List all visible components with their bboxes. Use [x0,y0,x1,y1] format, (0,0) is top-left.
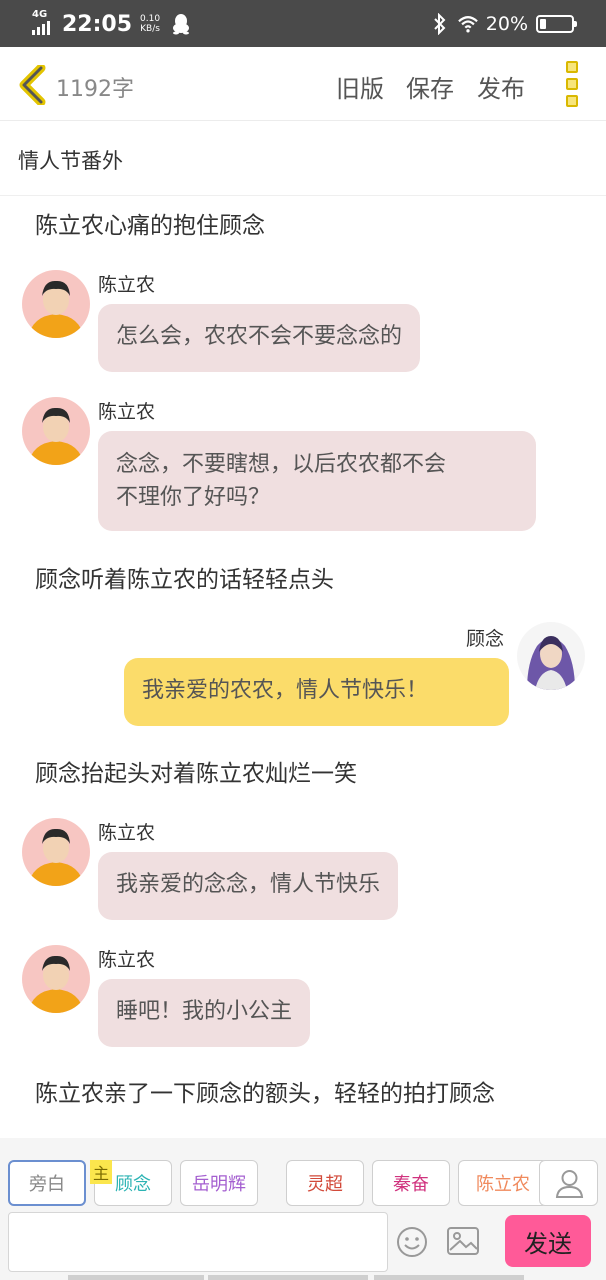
network-speed: 0.10 KB/s [140,14,161,34]
message-input[interactable] [8,1212,388,1272]
chapter-title-row[interactable]: 情人节番外 [0,121,606,196]
narration-text: 顾念听着陈立农的话轻轻点头 [35,567,334,593]
narration-text: 陈立农心痛的抱住顾念 [35,213,265,239]
chat-area[interactable]: 陈立农心痛的抱住顾念 陈立农 怎么会，农农不会不要念念的 陈立农 念念，不要瞎想… [0,196,606,1138]
avatar[interactable] [22,945,90,1013]
person-icon [555,1170,584,1198]
battery-icon [536,15,577,33]
send-button[interactable]: 发送 [505,1215,591,1267]
qq-icon [173,14,190,35]
avatar-boy-icon [22,818,90,886]
avatar-boy-icon [22,945,90,1013]
role-chip[interactable]: 岳明辉 [180,1160,258,1206]
message-bubble[interactable]: 怎么会，农农不会不要念念的 [98,304,421,372]
message-bubble[interactable]: 我亲爱的念念，情人节快乐 [98,852,399,920]
character-manage-button[interactable] [539,1160,598,1206]
signal-icon: 4G [32,9,54,37]
more-vertical-icon[interactable] [566,61,580,107]
wifi-icon [457,16,478,33]
nav-strip [68,1275,204,1280]
avatar-girl-icon [517,622,585,690]
avatar[interactable] [22,270,90,338]
status-bar: 4G 22:05 0.10 KB/s 20% [0,0,606,47]
message-bubble[interactable]: 我亲爱的农农，情人节快乐！ [124,658,509,726]
image-icon[interactable] [446,1226,480,1256]
chevron-left-icon[interactable] [14,65,50,105]
narration-text: 顾念抬起头对着陈立农灿烂一笑 [35,761,357,787]
sender-name: 陈立农 [98,822,156,844]
role-chip[interactable]: 秦奋 [372,1160,450,1206]
narration-text: 陈立农亲了一下顾念的额头，轻轻的拍打顾念 [35,1081,495,1107]
avatar-boy-icon [22,270,90,338]
word-count: 1192字 [56,77,134,102]
sender-name: 陈立农 [98,274,156,296]
role-chip-narrator[interactable]: 旁白 [8,1160,86,1206]
bluetooth-icon [434,13,446,35]
avatar[interactable] [517,622,585,690]
publish-button[interactable]: 发布 [477,69,525,104]
save-button[interactable]: 保存 [406,69,454,104]
role-chip[interactable]: 灵超 [286,1160,364,1206]
sender-name: 陈立农 [98,401,156,423]
role-chip[interactable]: 陈立农 [458,1160,548,1206]
sender-name: 顾念 [466,628,505,650]
avatar[interactable] [22,397,90,465]
main-role-badge: 主 [90,1160,112,1184]
avatar[interactable] [22,818,90,886]
chapter-title: 情人节番外 [18,149,123,173]
clock: 22:05 [62,11,133,37]
message-bubble[interactable]: 睡吧！我的小公主 [98,979,311,1047]
old-version-button[interactable]: 旧版 [336,69,384,104]
nav-strip [374,1275,524,1280]
avatar-boy-icon [22,397,90,465]
sender-name: 陈立农 [98,949,156,971]
nav-strip [208,1275,368,1280]
battery-percent: 20% [485,13,528,35]
emoji-icon[interactable] [396,1226,428,1258]
editor-toolbar: 1192字 旧版 保存 发布 [0,47,606,121]
message-bubble[interactable]: 念念，不要瞎想，以后农农都不会 不理你了好吗？ [98,431,536,531]
composer: 旁白 顾念 岳明辉 灵超 秦奋 陈立农 主 发送 [0,1138,606,1280]
